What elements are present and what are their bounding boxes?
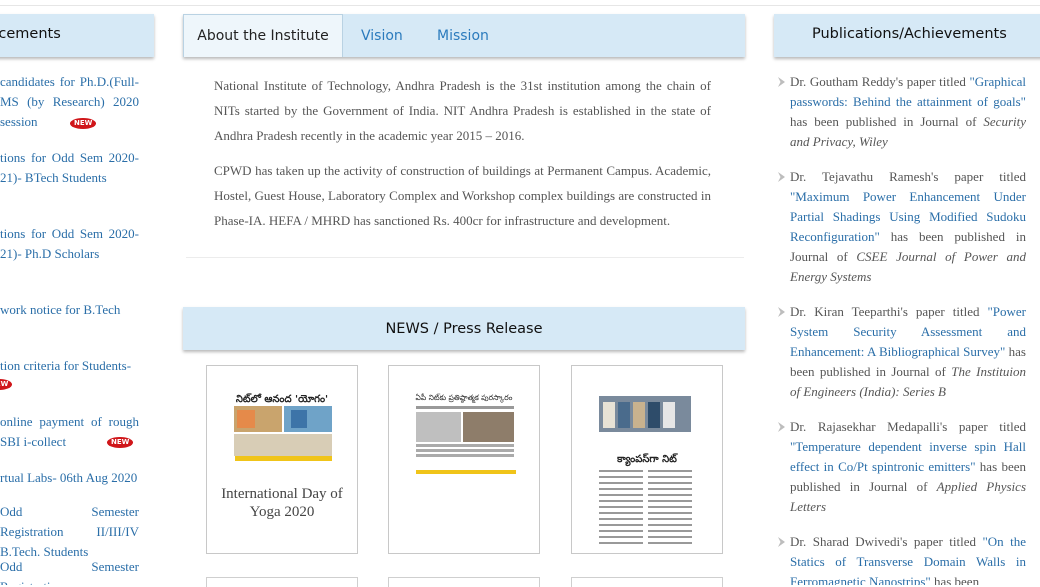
publication-author: Dr. Tejavathu Ramesh's paper titled [790, 169, 1026, 184]
tab-mission[interactable]: Mission [437, 14, 489, 57]
tab-vision[interactable]: Vision [361, 14, 403, 57]
clipping-headline: క్యాంపస్‌గా నిట్ [616, 453, 678, 467]
announcement-link[interactable]: work notice for B.Tech [0, 300, 139, 320]
announcements-header: uncements [0, 14, 154, 57]
publication-author: Dr. Sharad Dwivedi's paper titled [790, 534, 983, 549]
publication-author: Dr. Kiran Teeparthi's paper titled [790, 304, 988, 319]
announcement-item[interactable]: rtual Labs- 06th Aug 2020 [0, 468, 139, 488]
section-divider [186, 257, 744, 258]
publications-header: Publications/Achievements [774, 14, 1040, 57]
about-tabs: About the Institute Vision Mission [183, 14, 745, 57]
announcement-link[interactable]: tions for Odd Sem 2020-21)- Ph.D Scholar… [0, 224, 139, 264]
publication-status: has been [930, 574, 980, 585]
clipping-headline: నిట్‌లో ఆనంద 'యోగం' [236, 392, 328, 405]
news-card[interactable] [571, 577, 723, 587]
announcement-item[interactable]: online payment of rough SBI i-collect NE… [0, 412, 139, 452]
about-paragraph: National Institute of Technology, Andhra… [214, 78, 711, 143]
news-header: NEWS / Press Release [183, 307, 745, 350]
announcement-link[interactable]: tions for Odd Sem 2020-21)- BTech Studen… [0, 148, 139, 188]
newspaper-clipping-image: క్యాంపస్‌గా నిట్ [599, 396, 692, 544]
clipping-headline: ఏపీ నిట్‌కు ప్రతిష్ఠాత్మక పురస్కారం [416, 393, 513, 403]
chevron-right-icon [778, 172, 785, 182]
announcement-link[interactable]: Odd Semester Registration II/III/IV B.Te… [0, 502, 139, 562]
publication-author: Dr. Rajasekhar Medapalli's paper titled [790, 419, 1026, 434]
announcement-link[interactable]: tion criteria for Students- [0, 356, 139, 376]
announcement-item[interactable]: Odd Semester Registration II/III/IV B.Te… [0, 502, 139, 562]
announcement-item[interactable]: work notice for B.Tech [0, 300, 139, 320]
news-title: NEWS / Press Release [385, 320, 543, 337]
announcement-item[interactable]: tion criteria for Students- NEW [0, 356, 139, 390]
new-badge: NEW [0, 379, 13, 390]
announcement-item[interactable]: tions for Odd Sem 2020-21)- BTech Studen… [0, 148, 139, 188]
publications-title: Publications/Achievements [812, 26, 1007, 42]
top-divider [0, 5, 1040, 6]
announcements-list: candidates for Ph.D.(Full- MS (by Resear… [0, 70, 139, 585]
news-card[interactable] [388, 577, 540, 587]
chevron-right-icon [778, 77, 785, 87]
news-card[interactable]: క్యాంపస్‌గా నిట్ [571, 365, 723, 554]
chevron-right-icon [778, 537, 785, 547]
chevron-right-icon [778, 307, 785, 317]
announcement-item[interactable]: candidates for Ph.D.(Full- MS (by Resear… [0, 72, 139, 132]
announcement-item[interactable]: tions for Odd Sem 2020-21)- Ph.D Scholar… [0, 224, 139, 264]
announcements-title: uncements [0, 26, 61, 42]
news-card[interactable] [206, 577, 358, 587]
newspaper-clipping-image: ఏపీ నిట్‌కు ప్రతిష్ఠాత్మక పురస్కారం [416, 393, 516, 474]
about-paragraph: CPWD has taken up the activity of constr… [214, 163, 711, 228]
about-content: National Institute of Technology, Andhra… [214, 73, 711, 243]
news-caption: International Day of Yoga 2020 [221, 486, 343, 520]
publications-list: Dr. Goutham Reddy's paper titled "Graphi… [777, 72, 1027, 585]
tab-about-institute[interactable]: About the Institute [183, 14, 343, 57]
announcement-link[interactable]: rtual Labs- 06th Aug 2020 [0, 468, 139, 488]
newspaper-clipping-image: నిట్‌లో ఆనంద 'యోగం' [234, 392, 332, 461]
chevron-right-icon [778, 422, 785, 432]
news-card[interactable]: నిట్‌లో ఆనంద 'యోగం' International Day of… [206, 365, 358, 554]
publication-author: Dr. Goutham Reddy's paper titled [790, 74, 970, 89]
news-card[interactable]: ఏపీ నిట్‌కు ప్రతిష్ఠాత్మక పురస్కారం [388, 365, 540, 554]
announcement-item[interactable]: Odd Semester Registration [0, 557, 139, 585]
publication-status: has been published in Journal of [790, 114, 984, 129]
announcement-link[interactable]: Odd Semester Registration [0, 557, 139, 585]
